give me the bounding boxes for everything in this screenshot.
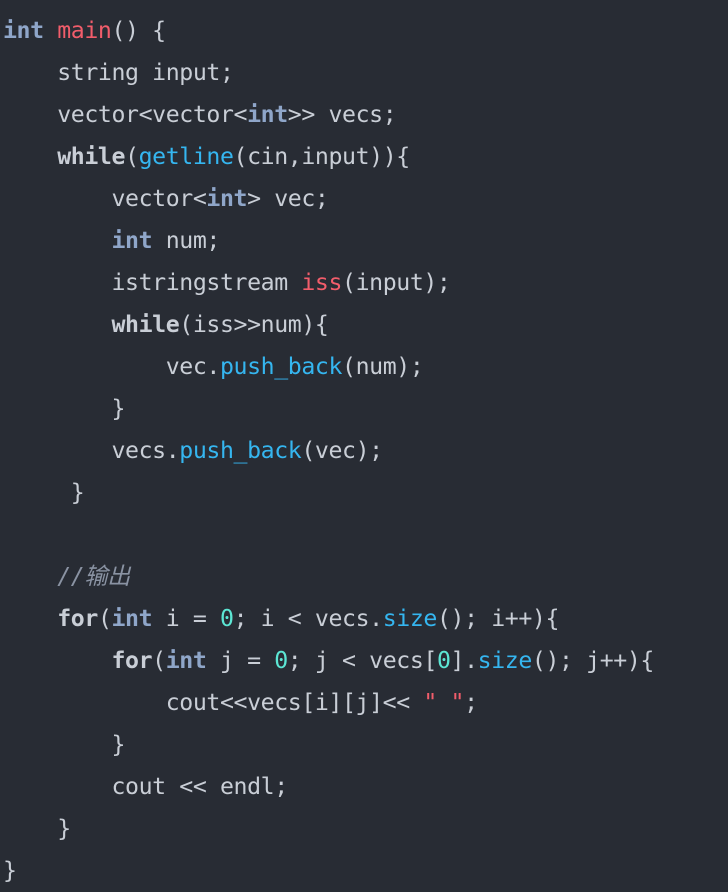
code-token: } xyxy=(3,395,126,422)
code-token: int xyxy=(247,101,288,128)
code-token: iss xyxy=(301,269,343,296)
code-token: (iss>>num){ xyxy=(179,311,329,338)
code-line: cout << endl; xyxy=(0,766,728,808)
code-token: int xyxy=(206,185,248,212)
code-token: istringstream xyxy=(3,269,302,296)
code-token: 0 xyxy=(220,605,234,632)
code-token: while xyxy=(111,311,180,338)
code-token: ; xyxy=(464,689,478,716)
code-line: while(iss>>num){ xyxy=(0,304,728,346)
code-token: ]. xyxy=(450,647,479,674)
code-line: for(int j = 0; j < vecs[0].size(); j++){ xyxy=(0,640,728,682)
code-token: num; xyxy=(152,227,221,254)
code-line: } xyxy=(0,808,728,850)
code-token: size xyxy=(382,605,438,632)
code-token: ; j < vecs[ xyxy=(287,647,438,674)
code-token: > vec; xyxy=(247,185,329,212)
code-token: push_back xyxy=(179,437,302,464)
code-token: 0 xyxy=(436,647,451,674)
code-token: cout<<vecs[i][j]<< xyxy=(3,689,424,716)
code-token: getline xyxy=(138,143,234,170)
code-token: vec. xyxy=(3,353,221,380)
code-token: } xyxy=(3,815,71,842)
code-line: //输出 xyxy=(0,556,728,598)
code-editor: int main() { string input; vector<vector… xyxy=(0,0,728,886)
code-line: vector<vector<int>> vecs; xyxy=(0,94,728,136)
code-token: for xyxy=(57,605,98,632)
code-token: ( xyxy=(97,605,112,632)
code-token: } xyxy=(3,857,17,884)
code-token: string input; xyxy=(3,59,234,86)
code-line: } xyxy=(0,388,728,430)
code-line: vec.push_back(num); xyxy=(0,346,728,388)
code-token: 0 xyxy=(274,647,288,674)
code-token: } xyxy=(3,479,85,506)
code-token: ( xyxy=(125,143,139,170)
code-token: (); j++){ xyxy=(531,647,654,674)
code-token: main xyxy=(57,17,112,44)
code-line: vecs.push_back(vec); xyxy=(0,430,728,472)
code-token: ( xyxy=(152,647,166,674)
code-line: istringstream iss(input); xyxy=(0,262,728,304)
code-token: while xyxy=(57,143,126,170)
code-line: while(getline(cin,input)){ xyxy=(0,136,728,178)
code-token: push_back xyxy=(219,353,343,380)
code-token: >> vecs; xyxy=(287,101,397,128)
code-token: vecs. xyxy=(3,437,180,464)
code-token: i = xyxy=(152,605,220,632)
code-token: (cin,input)){ xyxy=(233,143,411,170)
code-token: (input); xyxy=(342,269,451,296)
code-token: int xyxy=(3,17,44,44)
code-token: " " xyxy=(423,689,465,716)
code-line: for(int i = 0; i < vecs.size(); i++){ xyxy=(0,598,728,640)
code-line: int main() { xyxy=(0,10,728,52)
code-line: int num; xyxy=(0,220,728,262)
code-token: cout << endl; xyxy=(3,773,288,800)
code-token: int xyxy=(111,605,153,632)
code-line: vector<int> vec; xyxy=(0,178,728,220)
code-token: int xyxy=(165,647,207,674)
code-token: size xyxy=(477,647,533,674)
code-token: j = xyxy=(206,647,275,674)
code-line: } xyxy=(0,724,728,766)
code-token: } xyxy=(3,731,126,758)
code-token: (vec); xyxy=(301,437,383,464)
code-token: vector<vector< xyxy=(3,101,248,128)
code-token: int xyxy=(111,227,153,254)
code-token: vector< xyxy=(3,185,207,212)
code-token: (); i++){ xyxy=(436,605,560,632)
code-token: for xyxy=(111,647,153,674)
code-token: //输出 xyxy=(57,563,130,590)
code-line: cout<<vecs[i][j]<< " "; xyxy=(0,682,728,724)
code-line: string input; xyxy=(0,52,728,94)
code-token: () { xyxy=(111,17,167,44)
code-token: (num); xyxy=(342,353,424,380)
code-line: } xyxy=(0,472,728,514)
code-token: ; i < vecs. xyxy=(233,605,384,632)
